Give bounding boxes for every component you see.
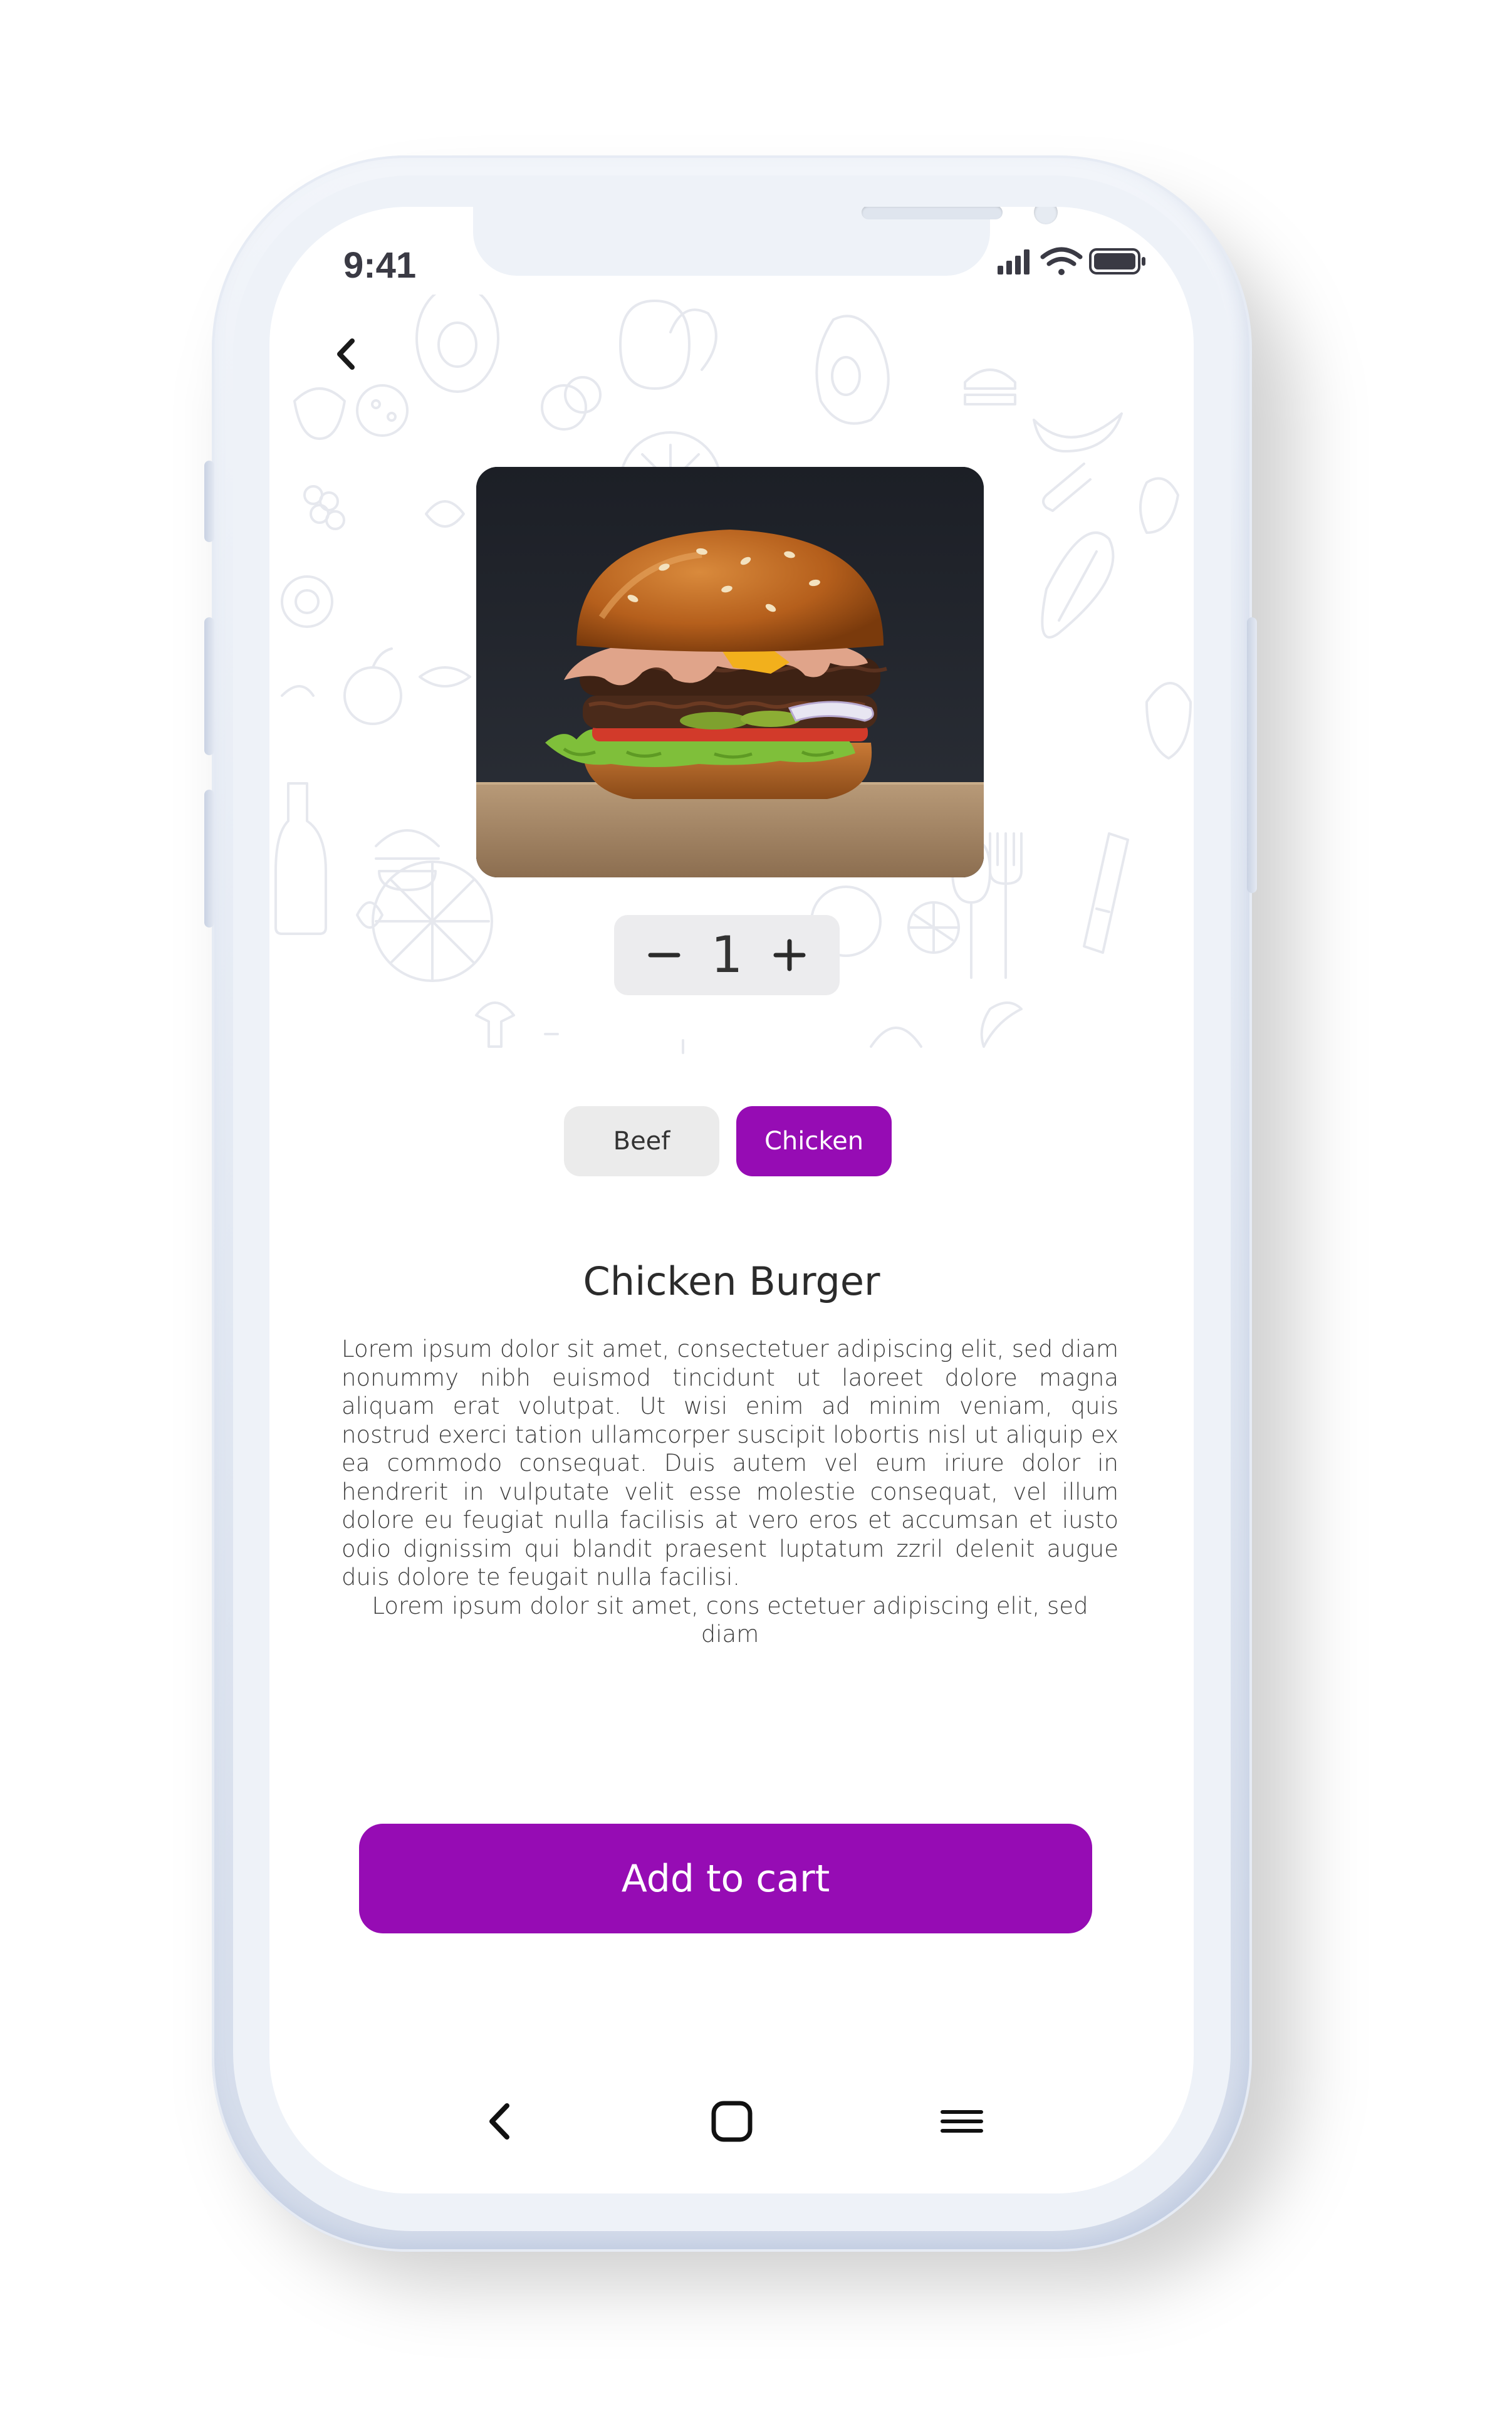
home-nav-icon [711,2101,753,2142]
option-chicken-button[interactable]: Chicken [736,1106,892,1176]
battery-icon [1089,248,1145,274]
quantity-stepper: 1 [614,915,840,995]
chevron-left-icon [337,338,355,370]
option-beef-button[interactable]: Beef [564,1106,719,1176]
plus-icon [773,939,806,971]
quantity-value: 1 [711,926,743,984]
system-nav-bar [269,2090,1194,2153]
speaker-grille [862,207,1003,219]
wifi-icon [1040,247,1083,275]
decrement-button[interactable] [639,930,689,980]
back-button[interactable] [326,332,370,376]
description-paragraph: Lorem ipsum dolor sit amet, consectetuer… [342,1336,1118,1591]
nav-home-button[interactable] [701,2090,763,2153]
signal-icon [998,249,1030,274]
phone-side-button [204,617,214,755]
phone-side-button [204,461,214,542]
minus-icon [648,953,680,958]
product-title: Chicken Burger [583,1258,880,1304]
device-notch [473,207,1058,276]
back-nav-icon [489,2103,509,2140]
product-description: Lorem ipsum dolor sit amet, consectetuer… [342,1335,1118,1649]
nav-back-button[interactable] [470,2090,533,2153]
add-to-cart-button[interactable]: Add to cart [359,1824,1092,1933]
menu-nav-icon [941,2110,983,2133]
app-screen: 9:41 1 Beef Chicken Chicken Burger Lorem… [269,207,1194,2193]
front-camera [1034,207,1058,224]
nav-menu-button[interactable] [931,2090,993,2153]
increment-button[interactable] [764,930,815,980]
phone-side-button [204,790,214,928]
product-image [476,467,984,877]
status-time: 9:41 [343,245,417,286]
status-icons [998,247,1145,275]
phone-power-button [1247,617,1257,893]
description-line: Lorem ipsum dolor sit amet, cons ectetue… [372,1592,1088,1648]
